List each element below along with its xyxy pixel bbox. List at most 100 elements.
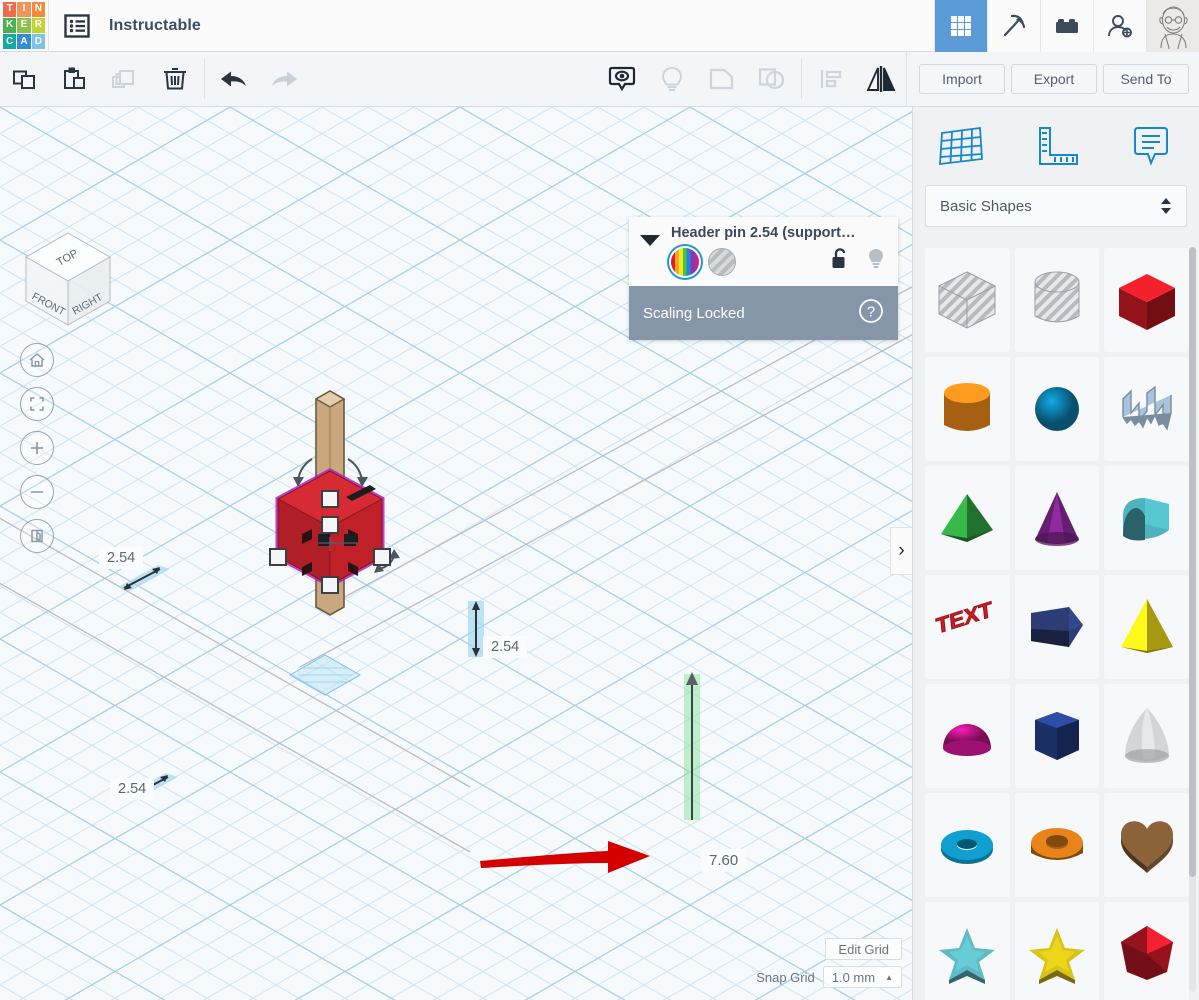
divider bbox=[204, 59, 205, 99]
solid-color-swatch[interactable] bbox=[671, 247, 699, 276]
divider bbox=[801, 59, 802, 99]
logo-tile-c: C bbox=[3, 34, 17, 50]
scaling-locked-status: Scaling Locked ? bbox=[629, 286, 898, 340]
show-hide-eye-icon[interactable] bbox=[597, 52, 647, 106]
logo-tile-k: K bbox=[3, 17, 17, 34]
snap-grid-value: 1.0 mm bbox=[831, 969, 876, 985]
shape-text[interactable]: TEXT bbox=[925, 575, 1010, 679]
shape-pyramid-green[interactable] bbox=[925, 466, 1010, 570]
scrollbar-thumb[interactable] bbox=[1189, 247, 1196, 877]
grid-controls: Edit Grid Snap Grid 1.0 mm ▲ bbox=[756, 938, 902, 988]
shape-category-select[interactable]: Basic Shapes bbox=[925, 185, 1187, 227]
undo-arrow-icon[interactable] bbox=[209, 52, 259, 106]
copy-icon[interactable] bbox=[0, 52, 50, 106]
note-comment-icon[interactable] bbox=[1104, 123, 1199, 169]
collapse-caret[interactable] bbox=[629, 225, 671, 276]
lego-brick-icon[interactable] bbox=[1040, 0, 1093, 52]
file-actions: Import Export Send To bbox=[906, 52, 1199, 106]
send-to-button[interactable]: Send To bbox=[1103, 64, 1189, 94]
view-cube[interactable]: TOP FRONT RIGHT bbox=[18, 225, 118, 335]
shape-scribble[interactable] bbox=[1104, 357, 1189, 461]
panel-collapse-tab[interactable]: › bbox=[890, 527, 912, 575]
shape-heart[interactable] bbox=[1104, 793, 1189, 897]
group-icon bbox=[697, 52, 747, 106]
hole-swatch[interactable] bbox=[708, 247, 736, 276]
hamburger-list-icon[interactable] bbox=[49, 0, 105, 52]
tinkercad-logo[interactable]: TINKERCAD bbox=[0, 0, 48, 52]
view-nav-buttons bbox=[20, 343, 54, 553]
workplane-canvas[interactable]: TOP FRONT RIGHT 2.54 2.54 2.54 7.60 Head… bbox=[0, 107, 912, 1000]
edit-grid-button[interactable]: Edit Grid bbox=[825, 938, 902, 960]
shape-box[interactable] bbox=[1104, 248, 1189, 352]
shape-star-teal[interactable] bbox=[925, 902, 1010, 1000]
edit-toolbar: Import Export Send To bbox=[0, 52, 1199, 107]
dimension-height-green-bar[interactable] bbox=[676, 662, 710, 822]
redo-arrow-icon bbox=[259, 52, 309, 106]
document-title[interactable]: Instructable bbox=[105, 17, 201, 35]
shape-box-hole[interactable] bbox=[925, 248, 1010, 352]
shape-torus[interactable] bbox=[925, 793, 1010, 897]
add-user-icon[interactable] bbox=[1093, 0, 1146, 52]
codeblocks-pickaxe-icon[interactable] bbox=[987, 0, 1040, 52]
delete-trash-icon[interactable] bbox=[150, 52, 200, 106]
lightbulb-icon[interactable] bbox=[866, 247, 886, 276]
export-button[interactable]: Export bbox=[1011, 64, 1097, 94]
grid-view-icon[interactable] bbox=[934, 0, 987, 52]
zoom-out-icon[interactable] bbox=[20, 475, 54, 509]
fit-to-view-icon[interactable] bbox=[20, 387, 54, 421]
shape-cylinder-hole[interactable] bbox=[1014, 248, 1100, 352]
logo-tile-e: E bbox=[17, 17, 31, 34]
svg-text:TEXT: TEXT bbox=[935, 597, 994, 639]
shapes-scrollbar[interactable] bbox=[1189, 247, 1196, 992]
shape-cone[interactable] bbox=[1014, 466, 1100, 570]
top-bar: TINKERCAD Instructable bbox=[0, 0, 1199, 52]
shape-polygon[interactable] bbox=[1014, 684, 1100, 788]
logo-tile-n: N bbox=[31, 1, 45, 17]
lightbulb-icon bbox=[647, 52, 697, 106]
shape-roof[interactable] bbox=[1104, 466, 1189, 570]
shape-pyramid-yellow[interactable] bbox=[1104, 575, 1189, 679]
shape-category-label: Basic Shapes bbox=[940, 197, 1032, 215]
shapes-panel: Basic Shapes TEXT bbox=[912, 107, 1199, 1000]
mirror-flip-icon[interactable] bbox=[856, 52, 906, 106]
dimension-depth-mid: 2.54 bbox=[483, 636, 528, 658]
snap-grid-select[interactable]: 1.0 mm ▲ bbox=[822, 966, 902, 988]
tinkercad-app: TINKERCAD Instructable Import Export Sen… bbox=[0, 0, 1199, 1000]
status-text: Scaling Locked bbox=[643, 304, 745, 322]
shape-wedge[interactable] bbox=[1014, 575, 1100, 679]
logo-tile-r: R bbox=[31, 17, 45, 34]
updown-stepper-arrows bbox=[1160, 197, 1172, 215]
home-view-icon[interactable] bbox=[20, 343, 54, 377]
unlocked-padlock-icon[interactable] bbox=[831, 247, 850, 276]
shape-tube[interactable] bbox=[1014, 793, 1100, 897]
align-icon bbox=[806, 52, 856, 106]
logo-tile-i: I bbox=[17, 1, 31, 17]
paste-icon[interactable] bbox=[50, 52, 100, 106]
shape-half-sphere[interactable] bbox=[925, 684, 1010, 788]
logo-tile-t: T bbox=[3, 1, 17, 17]
snap-grid-label: Snap Grid bbox=[756, 969, 815, 985]
duplicate-icon bbox=[100, 52, 150, 106]
zoom-in-icon[interactable] bbox=[20, 431, 54, 465]
dimension-width-lower: 2.54 bbox=[110, 778, 155, 800]
help-question-icon[interactable]: ? bbox=[858, 298, 884, 328]
flat-ortho-view-icon[interactable] bbox=[20, 519, 54, 553]
shape-star-yellow[interactable] bbox=[1014, 902, 1100, 1000]
svg-text:?: ? bbox=[867, 304, 875, 321]
shape-name-label: Header pin 2.54 (support… bbox=[671, 225, 856, 241]
red-pointer-arrow bbox=[480, 841, 650, 873]
ruler-icon[interactable] bbox=[1008, 123, 1103, 169]
dimension-width-left: 2.54 bbox=[99, 547, 144, 569]
shape-sphere[interactable] bbox=[1014, 357, 1100, 461]
top-right-icons bbox=[934, 0, 1199, 52]
shape-polyhedron[interactable] bbox=[1104, 902, 1189, 1000]
shape-cylinder[interactable] bbox=[925, 357, 1010, 461]
selected-shape-header-pin[interactable] bbox=[258, 379, 428, 629]
ungroup-icon bbox=[747, 52, 797, 106]
user-avatar[interactable] bbox=[1146, 0, 1199, 52]
workplane-grid-icon[interactable] bbox=[913, 123, 1008, 169]
logo-tile-d: D bbox=[31, 34, 45, 50]
import-button[interactable]: Import bbox=[919, 64, 1005, 94]
shape-paraboloid[interactable] bbox=[1104, 684, 1189, 788]
shape-properties-panel: Header pin 2.54 (support… Scaling Locked… bbox=[629, 217, 898, 340]
